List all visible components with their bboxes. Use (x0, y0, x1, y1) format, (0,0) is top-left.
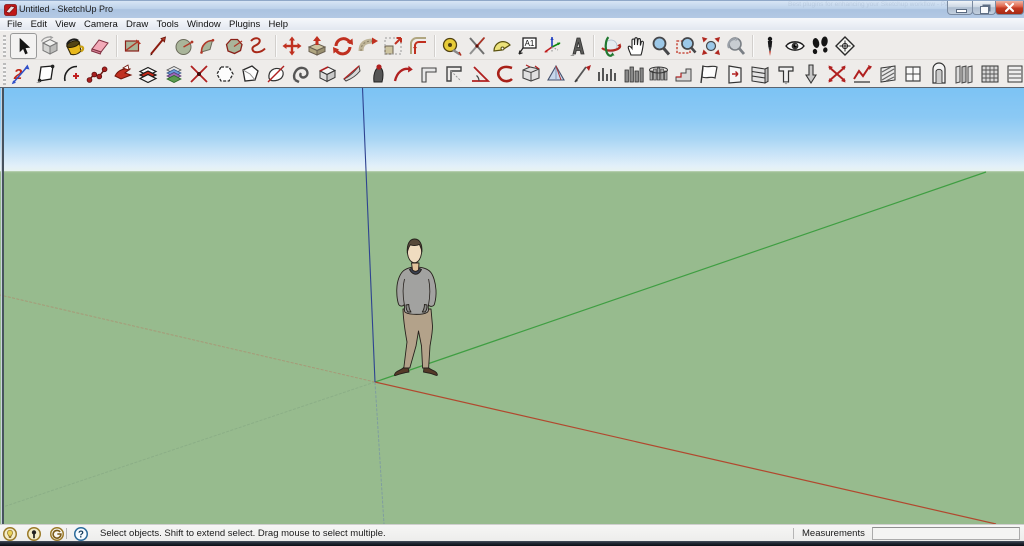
svg-text:A1: A1 (525, 39, 535, 48)
svg-text:?: ? (78, 529, 84, 540)
